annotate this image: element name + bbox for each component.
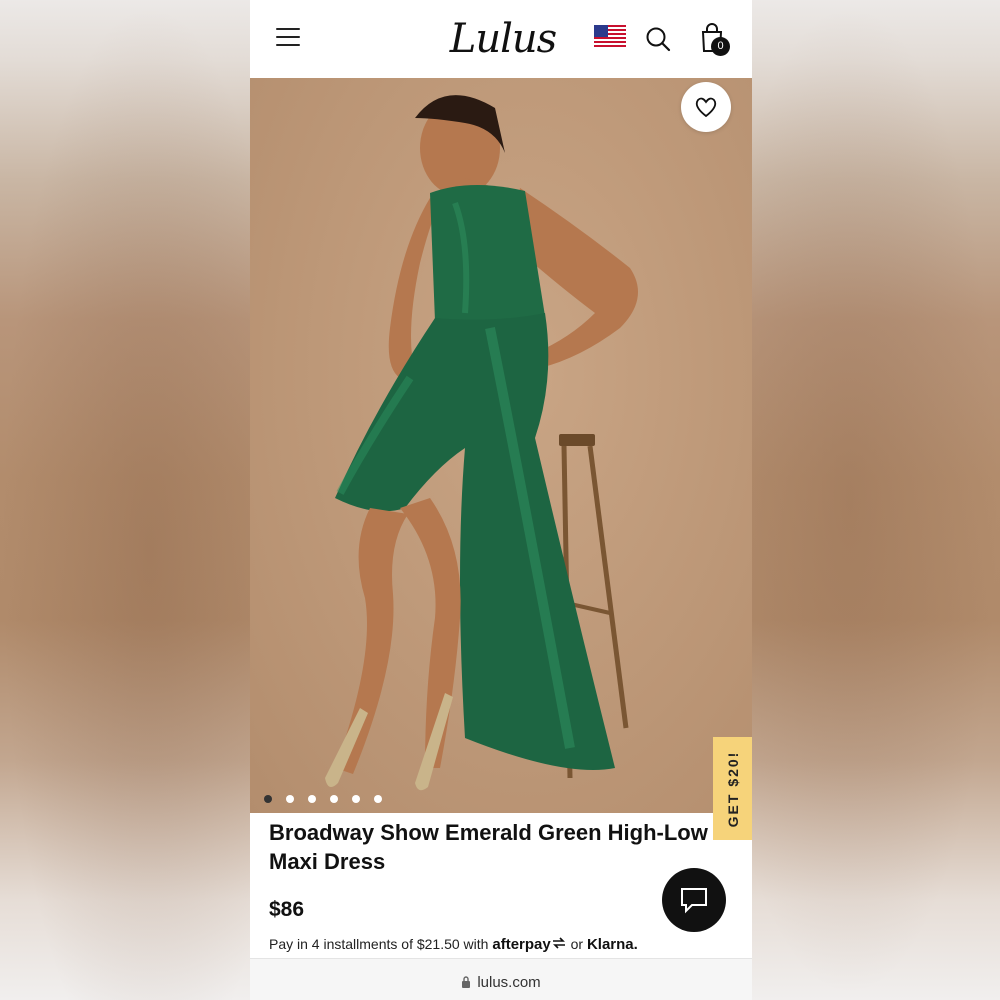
afterpay-arrows-icon <box>552 937 565 949</box>
product-price: $86 <box>269 898 305 921</box>
search-icon[interactable] <box>645 26 671 52</box>
carousel-dot[interactable] <box>352 795 360 803</box>
product-image-carousel[interactable] <box>250 78 752 813</box>
product-title: Broadway Show Emerald Green High-Low Max… <box>269 820 708 874</box>
background-blur-left <box>0 0 250 1000</box>
installments-info: Pay in 4 installments of $21.50 with aft… <box>269 936 739 953</box>
mobile-page: Lulus 0 GET $20! Broadway Show Emerald G… <box>250 0 752 1000</box>
top-navigation-bar: Lulus 0 <box>250 0 752 78</box>
hamburger-menu-icon[interactable] <box>276 28 300 50</box>
heart-icon <box>695 97 717 118</box>
carousel-dot[interactable] <box>264 795 272 803</box>
chat-bubble-icon <box>681 888 707 914</box>
us-flag-icon[interactable] <box>594 25 626 49</box>
carousel-dot[interactable] <box>286 795 294 803</box>
carousel-dot[interactable] <box>330 795 338 803</box>
carousel-dots <box>264 790 396 803</box>
product-photo <box>325 95 638 791</box>
cart-count-badge: 0 <box>711 37 730 56</box>
lulus-logo[interactable]: Lulus <box>448 14 558 64</box>
wishlist-heart-button[interactable] <box>681 82 731 132</box>
background-blur-right <box>750 0 1000 1000</box>
or-text: or <box>570 936 584 952</box>
lock-icon <box>462 976 471 988</box>
afterpay-logo[interactable]: afterpay <box>492 936 550 953</box>
klarna-logo[interactable]: Klarna. <box>587 936 638 953</box>
promo-label: GET $20! <box>724 750 741 827</box>
url-text: lulus.com <box>477 974 541 991</box>
installments-text: Pay in 4 installments of $21.50 with <box>269 936 489 952</box>
get-20-promo-tab[interactable]: GET $20! <box>713 737 752 840</box>
carousel-dot[interactable] <box>308 795 316 803</box>
browser-url-bar[interactable]: lulus.com <box>250 958 752 1000</box>
carousel-dot[interactable] <box>374 795 382 803</box>
chat-button[interactable] <box>662 868 726 932</box>
